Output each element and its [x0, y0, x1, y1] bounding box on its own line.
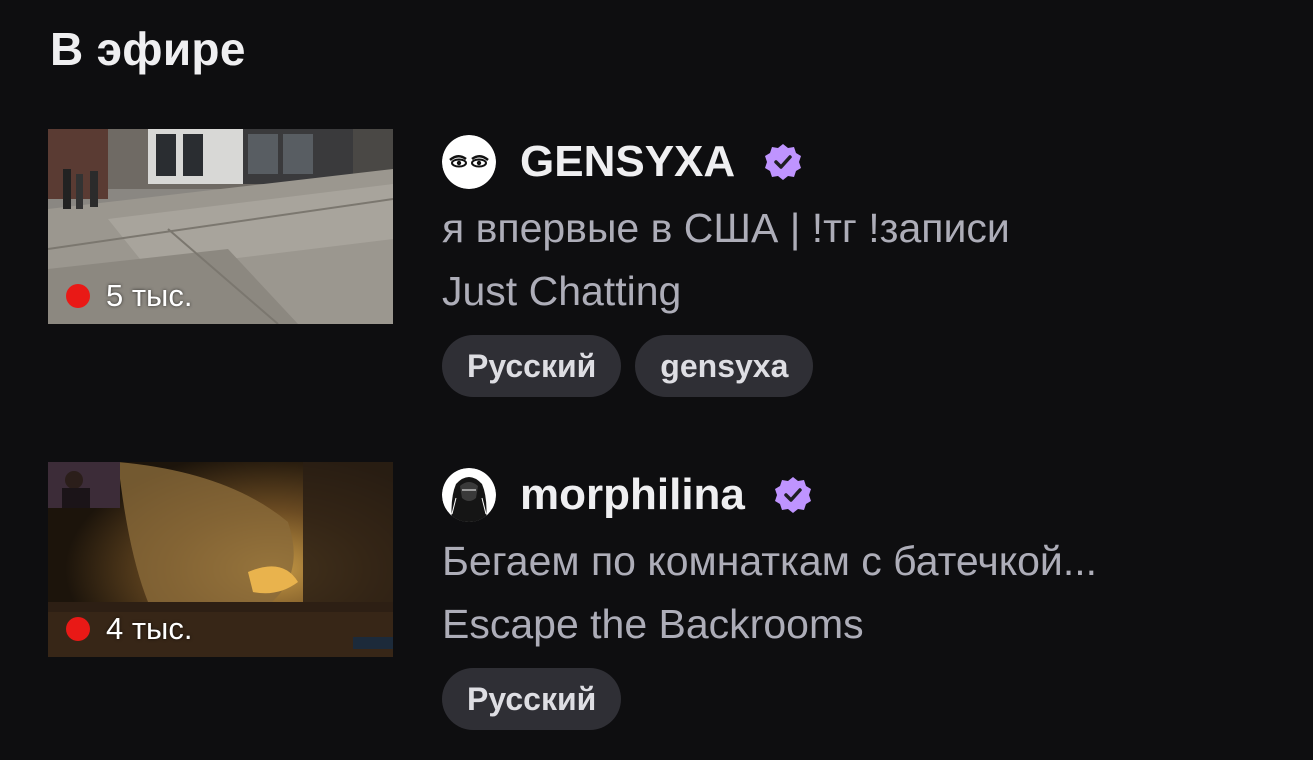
viewer-count-text: 5 тыс.: [106, 278, 193, 313]
live-indicator-icon: [66, 284, 90, 308]
eyes-avatar-icon[interactable]: [442, 135, 496, 189]
stream-thumbnail[interactable]: 4 тыс.: [48, 462, 393, 657]
channel-name[interactable]: GENSYXA: [520, 137, 735, 187]
tag-chip[interactable]: Русский: [442, 335, 622, 397]
stream-title[interactable]: Бегаем по комнаткам с батечкой...: [442, 532, 1272, 590]
tag-list: Русский gensyxa: [442, 335, 1288, 397]
channel-row[interactable]: morphilina: [442, 460, 1288, 530]
verified-badge-icon: [773, 475, 813, 515]
stream-category[interactable]: Just Chatting: [442, 257, 1288, 325]
dark-figure-avatar-icon[interactable]: [442, 468, 496, 522]
channel-name[interactable]: morphilina: [520, 470, 745, 520]
viewer-count: 5 тыс.: [66, 278, 192, 314]
stream-category[interactable]: Escape the Backrooms: [442, 590, 1288, 658]
tag-list: Русский: [442, 668, 1288, 730]
verified-badge-icon: [763, 142, 803, 182]
tag-chip[interactable]: Русский: [442, 668, 622, 730]
channel-row[interactable]: GENSYXA: [442, 127, 1288, 197]
stream-thumbnail[interactable]: 5 тыс.: [48, 129, 393, 324]
stream-info: GENSYXA я впервые в США | !тг !записи Ju…: [442, 129, 1288, 397]
stream-info: morphilina Бегаем по комнаткам с батечко…: [442, 462, 1288, 730]
stream-title[interactable]: я впервые в США | !тг !записи: [442, 199, 1272, 257]
viewer-count: 4 тыс.: [66, 611, 192, 647]
section-title: В эфире: [50, 23, 246, 75]
live-indicator-icon: [66, 617, 90, 641]
viewer-count-text: 4 тыс.: [106, 611, 193, 646]
tag-chip[interactable]: gensyxa: [635, 335, 814, 397]
